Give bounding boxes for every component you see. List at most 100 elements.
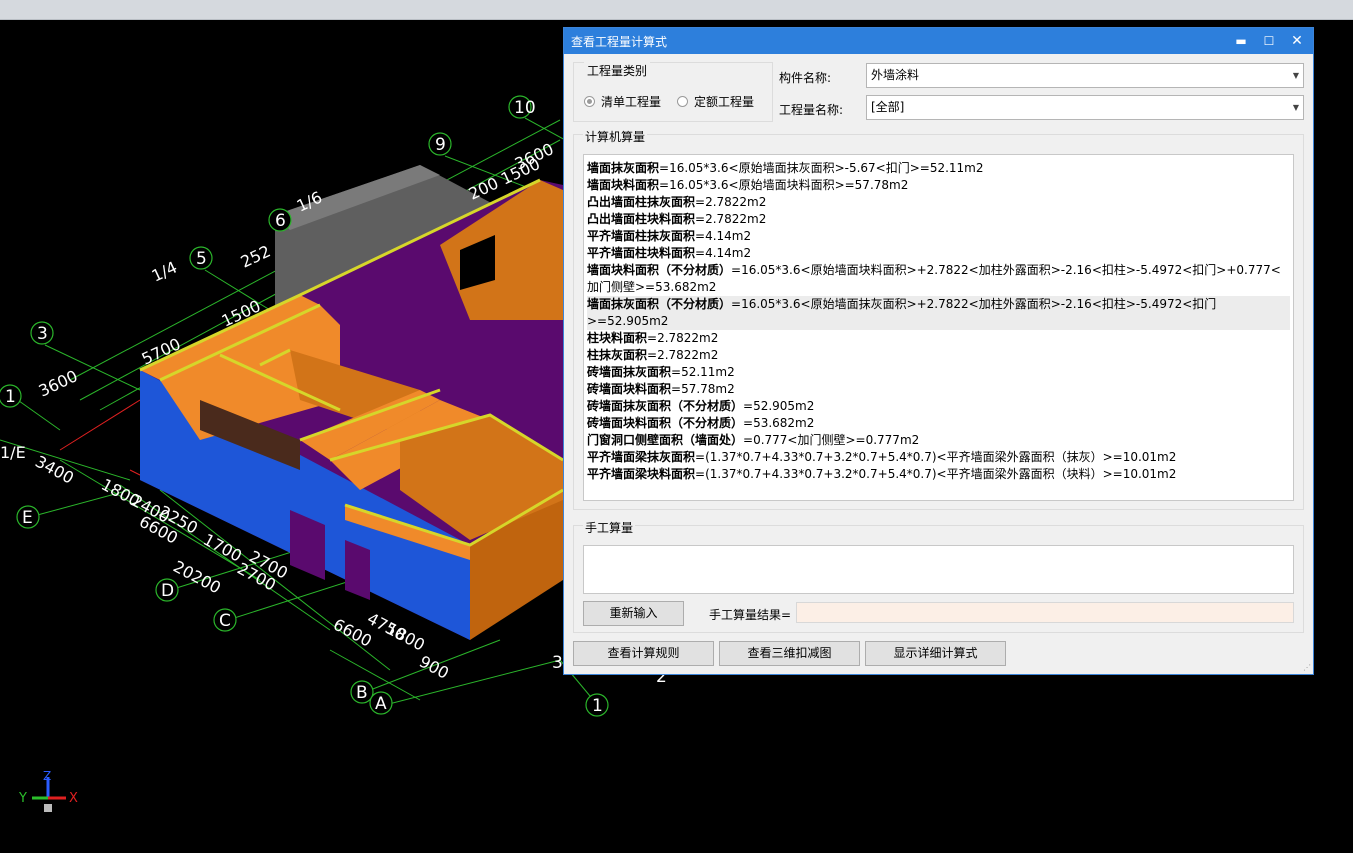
calc-line-name: 墙面抹灰面积 [587, 161, 660, 175]
calc-line: 凸出墙面柱抹灰面积=2.7822m2 [587, 194, 1290, 211]
dialog-title: 查看工程量计算式 [571, 34, 668, 49]
calc-line: 墙面块料面积=16.05*3.6<原始墙面块料面积>=57.78m2 [587, 177, 1290, 194]
radio-list-label: 清单工程量 [601, 95, 662, 109]
calc-line: 砖墙面块料面积（不分材质）=53.682m2 [587, 415, 1290, 432]
calc-line-name: 柱块料面积 [587, 331, 648, 345]
calc-line: 墙面抹灰面积（不分材质）=16.05*3.6<原始墙面抹灰面积>+2.7822<… [587, 296, 1290, 330]
quantity-name-select[interactable]: [全部] ▼ [866, 95, 1304, 120]
radio-list-indicator[interactable] [584, 96, 595, 107]
grid-label: D [161, 581, 174, 601]
grid-label: 1 [5, 387, 16, 407]
calc-line-formula: =2.7822m2 [695, 195, 767, 209]
calc-line-name: 平齐墙面柱抹灰面积 [587, 229, 696, 243]
quantity-formula-dialog[interactable]: 查看工程量计算式 ▬ ☐ ✕ 工程量类别 清单工程量 定额工程量 构件名称: 外… [563, 27, 1314, 675]
calc-line-name: 墙面块料面积（不分材质） [587, 263, 732, 277]
dimension-text: 252 [238, 241, 274, 271]
radio-quota-label: 定额工程量 [694, 95, 755, 109]
radio-quota-quantity[interactable]: 定额工程量 [677, 93, 754, 110]
calc-line-formula: =2.7822m2 [647, 348, 719, 362]
grid-label: E [22, 508, 33, 528]
calc-line-formula: =16.05*3.6<原始墙面块料面积>=57.78m2 [659, 178, 909, 192]
calc-line-name: 平齐墙面柱块料面积 [587, 246, 696, 260]
dimension-text: 3600 [36, 366, 81, 400]
calc-line-formula: =52.11m2 [671, 365, 735, 379]
minimize-icon[interactable]: ▬ [1227, 28, 1255, 54]
calc-line-formula: =(1.37*0.7+4.33*0.7+3.2*0.7+5.4*0.7)<平齐墙… [695, 450, 1177, 464]
manual-calc-input[interactable] [583, 545, 1294, 594]
calc-line-name: 平齐墙面梁块料面积 [587, 467, 696, 481]
calc-line-name: 墙面块料面积 [587, 178, 660, 192]
calc-line-formula: =0.777<加门侧壁>=0.777m2 [743, 433, 920, 447]
calc-line-name: 砖墙面抹灰面积 [587, 365, 672, 379]
calc-line-formula: =16.05*3.6<原始墙面抹灰面积>-5.67<扣门>=52.11m2 [659, 161, 984, 175]
calc-line-formula: =52.905m2 [743, 399, 815, 413]
calc-line: 门窗洞口侧壁面积（墙面处）=0.777<加门侧壁>=0.777m2 [587, 432, 1290, 449]
manual-result-field[interactable] [796, 602, 1294, 623]
quantity-name-value: [全部] [871, 100, 905, 114]
quantity-type-legend: 工程量类别 [584, 62, 651, 79]
calc-line: 柱块料面积=2.7822m2 [587, 330, 1290, 347]
calc-line: 柱抹灰面积=2.7822m2 [587, 347, 1290, 364]
quantity-name-label: 工程量名称: [779, 103, 844, 117]
calc-line-name: 门窗洞口侧壁面积（墙面处） [587, 433, 744, 447]
grid-label: B [356, 683, 368, 703]
calc-line-name: 砖墙面块料面积（不分材质） [587, 416, 744, 430]
resize-grip-icon[interactable]: ⋰ [1303, 663, 1311, 672]
dialog-titlebar[interactable]: 查看工程量计算式 ▬ ☐ ✕ [564, 28, 1313, 54]
grid-label: C [219, 611, 231, 631]
component-name-value: 外墙涂料 [871, 68, 920, 82]
dimension-text: 900 [416, 652, 452, 683]
calc-line-name: 砖墙面抹灰面积（不分材质） [587, 399, 744, 413]
calc-line: 平齐墙面梁块料面积=(1.37*0.7+4.33*0.7+3.2*0.7+5.4… [587, 466, 1290, 483]
component-name-label: 构件名称: [779, 71, 832, 85]
grid-label: 9 [435, 135, 446, 155]
calc-line-formula: =57.78m2 [671, 382, 735, 396]
view-3d-deduction-button[interactable]: 查看三维扣减图 [719, 641, 860, 666]
dimension-text: 1700 [200, 530, 245, 566]
manual-calc-title: 手工算量 [583, 519, 636, 536]
calc-line: 墙面抹灰面积=16.05*3.6<原始墙面抹灰面积>-5.67<扣门>=52.1… [587, 160, 1290, 177]
grid-label: 1 [592, 696, 603, 716]
component-name-select[interactable]: 外墙涂料 ▼ [866, 63, 1304, 88]
axis-z-label: Z [43, 769, 51, 783]
grid-label: 3 [552, 653, 563, 673]
reenter-button[interactable]: 重新输入 [583, 601, 684, 626]
axis-x-label: X [69, 791, 78, 806]
grid-label: 3 [37, 324, 48, 344]
calc-line-formula: =4.14m2 [695, 246, 752, 260]
chevron-down-icon[interactable]: ▼ [1293, 64, 1299, 87]
calc-line: 砖墙面抹灰面积=52.11m2 [587, 364, 1290, 381]
calc-line-name: 柱抹灰面积 [587, 348, 648, 362]
view-rules-button[interactable]: 查看计算规则 [573, 641, 714, 666]
dimension-text: 1/E [0, 443, 26, 462]
calc-line: 砖墙面抹灰面积（不分材质）=52.905m2 [587, 398, 1290, 415]
radio-quota-indicator[interactable] [677, 96, 688, 107]
calc-line-name: 凸出墙面柱抹灰面积 [587, 195, 696, 209]
calc-line-formula: =4.14m2 [695, 229, 752, 243]
show-detail-formula-button[interactable]: 显示详细计算式 [865, 641, 1006, 666]
calc-line: 平齐墙面柱块料面积=4.14m2 [587, 245, 1290, 262]
calc-line-formula: =2.7822m2 [695, 212, 767, 226]
grid-label: 6 [275, 211, 286, 231]
axis-y-label: Y [18, 791, 27, 806]
radio-list-quantity[interactable]: 清单工程量 [584, 93, 661, 110]
dimension-text: 1800 [383, 619, 428, 655]
calc-line-formula: =(1.37*0.7+4.33*0.7+3.2*0.7+5.4*0.7)<平齐墙… [695, 467, 1177, 481]
quantity-type-group: 工程量类别 清单工程量 定额工程量 [573, 62, 773, 122]
calc-formula-text[interactable]: 墙面抹灰面积=16.05*3.6<原始墙面抹灰面积>-5.67<扣门>=52.1… [583, 154, 1294, 501]
grid-label: A [375, 694, 387, 714]
calc-line: 平齐墙面梁抹灰面积=(1.37*0.7+4.33*0.7+3.2*0.7+5.4… [587, 449, 1290, 466]
calc-line-name: 墙面抹灰面积（不分材质） [587, 297, 732, 311]
grid-label: 10 [514, 98, 536, 118]
calc-line-formula: =2.7822m2 [647, 331, 719, 345]
computer-calc-title: 计算机算量 [583, 128, 648, 145]
calc-line: 凸出墙面柱块料面积=2.7822m2 [587, 211, 1290, 228]
grid-label: 5 [196, 249, 207, 269]
calc-line: 墙面块料面积（不分材质）=16.05*3.6<原始墙面块料面积>+2.7822<… [587, 262, 1290, 296]
calc-line: 平齐墙面柱抹灰面积=4.14m2 [587, 228, 1290, 245]
calc-line-name: 凸出墙面柱块料面积 [587, 212, 696, 226]
close-icon[interactable]: ✕ [1283, 28, 1311, 54]
chevron-down-icon[interactable]: ▼ [1293, 96, 1299, 119]
calc-line-name: 砖墙面块料面积 [587, 382, 672, 396]
maximize-icon[interactable]: ☐ [1255, 28, 1283, 54]
